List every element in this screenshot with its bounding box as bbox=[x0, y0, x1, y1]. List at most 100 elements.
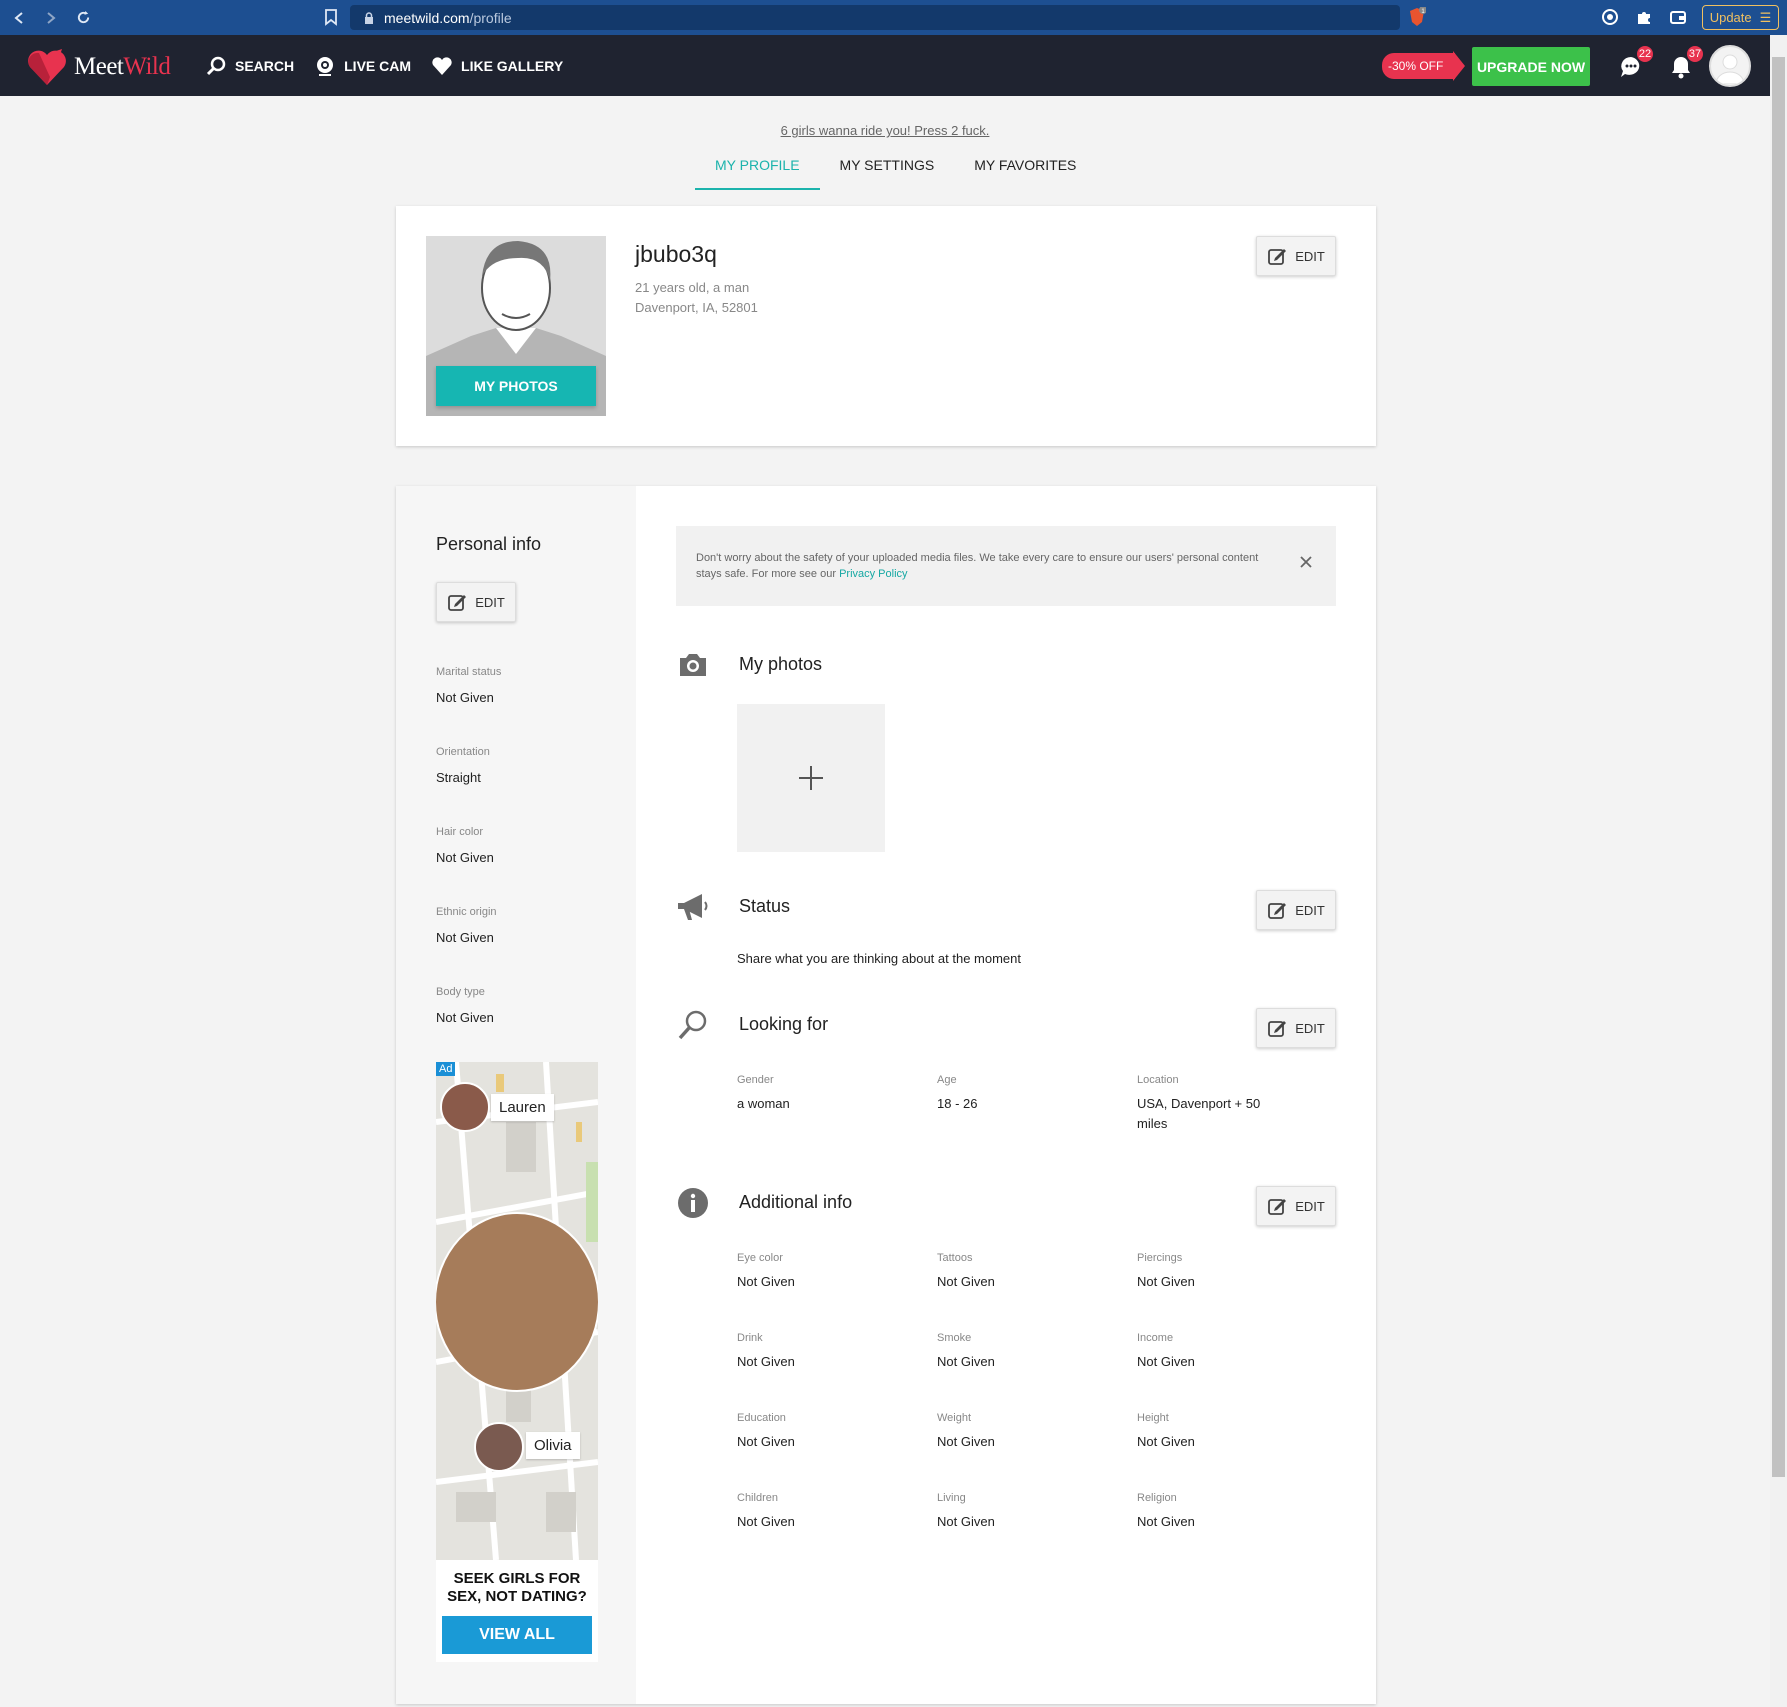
tab-my-favorites[interactable]: MY FAVORITES bbox=[954, 150, 1096, 190]
discount-badge[interactable]: -30% OFF bbox=[1382, 51, 1466, 81]
user-age-gender: 21 years old, a man bbox=[635, 280, 750, 295]
bookmark-icon[interactable] bbox=[322, 8, 340, 26]
privacy-policy-link[interactable]: Privacy Policy bbox=[839, 568, 907, 580]
info-religion: Religion Not Given bbox=[1137, 1492, 1287, 1532]
field-label: Weight bbox=[937, 1412, 972, 1424]
puzzle-icon[interactable] bbox=[1634, 7, 1654, 27]
notifications-count-badge: 37 bbox=[1685, 44, 1705, 64]
menu-item-search[interactable]: SEARCH bbox=[205, 55, 294, 77]
reload-button[interactable] bbox=[70, 5, 96, 31]
field-ethnic-origin: Ethnic origin Not Given bbox=[436, 906, 497, 945]
info-children: Children Not Given bbox=[737, 1492, 887, 1532]
vpn-icon[interactable] bbox=[1600, 7, 1620, 27]
field-body-type: Body type Not Given bbox=[436, 986, 494, 1025]
field-value: Not Given bbox=[1137, 1434, 1195, 1449]
edit-label: EDIT bbox=[1295, 1020, 1325, 1036]
field-value: Not Given bbox=[737, 1514, 795, 1529]
edit-looking-for-button[interactable]: EDIT bbox=[1256, 1008, 1336, 1048]
status-text: Share what you are thinking about at the… bbox=[737, 951, 1022, 966]
field-value: Not Given bbox=[1137, 1274, 1195, 1289]
wallet-icon[interactable] bbox=[1668, 7, 1688, 27]
profile-tabs: MY PROFILE MY SETTINGS MY FAVORITES bbox=[695, 150, 1096, 190]
notifications-button[interactable]: 37 bbox=[1667, 44, 1705, 81]
ad-footer: SEEK GIRLS FOR SEX, NOT DATING? VIEW ALL bbox=[436, 1560, 598, 1662]
user-avatar[interactable] bbox=[1709, 45, 1751, 87]
looking-for-title: Looking for bbox=[739, 1014, 829, 1034]
ad-view-all-button[interactable]: VIEW ALL bbox=[442, 1616, 592, 1654]
user-location: Davenport, IA, 52801 bbox=[635, 300, 758, 315]
field-label: Hair color bbox=[436, 826, 484, 838]
edit-additional-info-button[interactable]: EDIT bbox=[1256, 1186, 1336, 1226]
promo-link[interactable]: 6 girls wanna ride you! Press 2 fuck. bbox=[0, 123, 1770, 138]
scrollbar-thumb[interactable] bbox=[1772, 57, 1785, 1477]
ad-name-olivia: Olivia bbox=[526, 1432, 580, 1459]
extensions-bar bbox=[1600, 7, 1688, 27]
ad-avatar-lauren bbox=[440, 1082, 490, 1132]
my-photos-title: My photos bbox=[739, 654, 823, 674]
field-value: Not Given bbox=[436, 930, 494, 945]
field-value: Not Given bbox=[1137, 1514, 1195, 1529]
field-value: Not Given bbox=[737, 1274, 795, 1289]
menu-item-live-cam[interactable]: LIVE CAM bbox=[314, 55, 411, 77]
edit-label: EDIT bbox=[1295, 1198, 1325, 1214]
field-value: Not Given bbox=[937, 1354, 995, 1369]
edit-status-button[interactable]: EDIT bbox=[1256, 890, 1336, 930]
field-marital-status: Marital status Not Given bbox=[436, 666, 501, 705]
back-arrow-icon bbox=[14, 11, 23, 24]
field-label: Education bbox=[737, 1412, 786, 1424]
address-bar[interactable]: meetwild.com/profile bbox=[350, 5, 1400, 30]
field-label: Piercings bbox=[1137, 1252, 1183, 1264]
update-label: Update bbox=[1709, 10, 1752, 25]
field-label: Height bbox=[1137, 1412, 1169, 1424]
messages-button[interactable]: 22 bbox=[1617, 44, 1655, 81]
field-label: Income bbox=[1137, 1332, 1174, 1344]
search-icon bbox=[206, 56, 226, 75]
field-label: Gender bbox=[737, 1074, 774, 1086]
menu-icon: ☰ bbox=[1759, 9, 1772, 25]
menu-item-like-gallery[interactable]: LIKE GALLERY bbox=[431, 55, 563, 77]
menu-label-search: SEARCH bbox=[235, 57, 295, 74]
plus-icon bbox=[799, 766, 823, 790]
add-photo-button[interactable] bbox=[737, 704, 885, 852]
field-value: Not Given bbox=[1137, 1354, 1195, 1369]
username: jbubo3q bbox=[635, 241, 717, 267]
tab-my-profile[interactable]: MY PROFILE bbox=[695, 150, 820, 190]
ad-avatar-olivia bbox=[474, 1422, 524, 1472]
close-icon[interactable] bbox=[1298, 554, 1314, 570]
info-eye-color: Eye color Not Given bbox=[737, 1252, 887, 1292]
brave-shield-icon[interactable]: 1 bbox=[1408, 7, 1426, 27]
meetwild-logo[interactable]: MeetWild bbox=[26, 47, 171, 87]
upgrade-now-button[interactable]: UPGRADE NOW bbox=[1472, 47, 1590, 86]
edit-label: EDIT bbox=[1295, 248, 1325, 264]
field-value: Not Given bbox=[737, 1434, 795, 1449]
search-icon bbox=[678, 1010, 707, 1040]
back-button[interactable] bbox=[6, 5, 32, 31]
megaphone-icon bbox=[678, 894, 708, 920]
profile-summary-card: MY PHOTOS jbubo3q 21 years old, a man Da… bbox=[396, 206, 1376, 446]
field-label: Religion bbox=[1137, 1492, 1177, 1504]
site-header: MeetWild SEARCH LIVE CAM LIKE GALLERY -3… bbox=[0, 35, 1770, 96]
edit-label: EDIT bbox=[1295, 902, 1325, 918]
webcam-icon bbox=[317, 56, 334, 76]
field-value: Not Given bbox=[937, 1514, 995, 1529]
field-label: Eye color bbox=[737, 1252, 783, 1264]
menu-label-like-gallery: LIKE GALLERY bbox=[461, 57, 564, 74]
forward-button[interactable] bbox=[38, 5, 64, 31]
my-photos-button[interactable]: MY PHOTOS bbox=[436, 366, 596, 406]
field-label: Marital status bbox=[436, 666, 502, 678]
field-label: Drink bbox=[737, 1332, 763, 1344]
page-scrollbar[interactable] bbox=[1770, 35, 1787, 1707]
info-smoke: Smoke Not Given bbox=[937, 1332, 1087, 1372]
forward-arrow-icon bbox=[47, 11, 56, 24]
edit-personal-info-button[interactable]: EDIT bbox=[436, 582, 516, 622]
info-living: Living Not Given bbox=[937, 1492, 1087, 1532]
sidebar-ad[interactable]: Ad Lauren Olivia SEEK GIRLS FOR SEX, NOT … bbox=[436, 1062, 598, 1662]
edit-profile-button[interactable]: EDIT bbox=[1256, 236, 1336, 276]
update-button[interactable]: Update ☰ bbox=[1702, 5, 1779, 30]
menu-label-live-cam: LIVE CAM bbox=[344, 57, 412, 74]
heart-icon bbox=[432, 56, 452, 75]
looking-gender: Gender a woman bbox=[737, 1074, 887, 1114]
tab-my-settings[interactable]: MY SETTINGS bbox=[820, 150, 955, 190]
info-education: Education Not Given bbox=[737, 1412, 887, 1452]
ad-photo bbox=[436, 1212, 598, 1392]
